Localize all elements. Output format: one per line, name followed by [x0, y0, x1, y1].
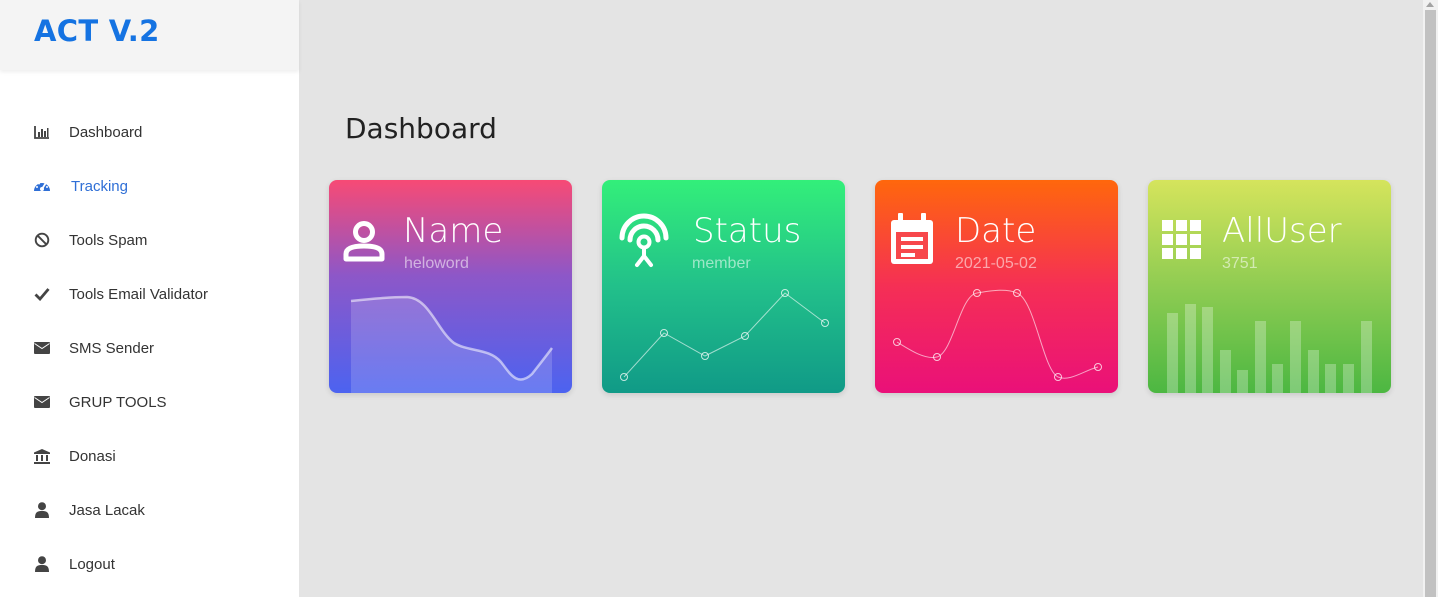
sidebar-item-donasi[interactable]: Donasi [0, 429, 299, 483]
user-icon [33, 555, 51, 573]
scroll-up-arrow-icon[interactable] [1426, 2, 1434, 7]
card-title: Name [403, 211, 504, 251]
card-name[interactable]: Name heloword [329, 180, 572, 393]
antenna-signal-icon [619, 213, 669, 267]
sidebar-item-dashboard[interactable]: Dashboard [0, 105, 299, 159]
user-outline-icon [343, 221, 385, 262]
card-title: Status [693, 211, 802, 251]
user-icon [33, 501, 51, 519]
sidebar-item-label: Tools Email Validator [69, 285, 208, 303]
card-subtitle: 3751 [1222, 255, 1258, 272]
calendar-icon [891, 213, 933, 264]
brand-header: ACT V.2 [0, 0, 299, 70]
card-subtitle: member [692, 255, 751, 272]
sidebar-item-logout[interactable]: Logout [0, 537, 299, 591]
sidebar-item-label: Tracking [71, 177, 128, 195]
sidebar-item-tools-email-validator[interactable]: Tools Email Validator [0, 267, 299, 321]
card-subtitle: heloword [404, 255, 469, 272]
sidebar-item-label: Tools Spam [69, 231, 148, 249]
ban-icon [33, 231, 51, 249]
sidebar-item-tracking[interactable]: Tracking [0, 159, 299, 213]
sidebar-item-jasa-lacak[interactable]: Jasa Lacak [0, 483, 299, 537]
card-title: Date [955, 211, 1037, 251]
card-status[interactable]: Status member [602, 180, 845, 393]
sidebar-item-tools-spam[interactable]: Tools Spam [0, 213, 299, 267]
envelope-icon [33, 393, 51, 411]
bank-icon [33, 447, 51, 465]
grid-apps-icon [1162, 220, 1201, 259]
sidebar-item-label: Donasi [69, 447, 116, 465]
sidebar-item-grup-tools[interactable]: GRUP TOOLS [0, 375, 299, 429]
sidebar-item-label: Logout [69, 555, 115, 573]
sidebar-item-label: Dashboard [69, 123, 143, 141]
sidebar: ACT V.2 Dashboard Tracking Tools Spam To… [0, 0, 299, 597]
main-content: Dashboard Name heloword Status member Da… [299, 0, 1423, 597]
card-title: AllUser [1222, 211, 1342, 251]
vertical-scrollbar[interactable] [1423, 0, 1438, 597]
page-title: Dashboard [345, 112, 497, 145]
tachometer-icon [33, 177, 51, 195]
scrollbar-thumb[interactable] [1425, 10, 1436, 597]
sidebar-item-sms-sender[interactable]: SMS Sender [0, 321, 299, 375]
card-date[interactable]: Date 2021-05-02 [875, 180, 1118, 393]
bar-chart-icon [33, 123, 51, 141]
sidebar-nav: Dashboard Tracking Tools Spam Tools Emai… [0, 105, 299, 591]
card-subtitle: 2021-05-02 [955, 255, 1037, 272]
card-alluser[interactable]: AllUser 3751 [1148, 180, 1391, 393]
envelope-icon [33, 339, 51, 357]
app-title[interactable]: ACT V.2 [34, 14, 160, 48]
sidebar-item-label: GRUP TOOLS [69, 393, 167, 411]
check-icon [33, 285, 51, 303]
sidebar-item-label: SMS Sender [69, 339, 155, 357]
sidebar-item-label: Jasa Lacak [69, 501, 145, 519]
